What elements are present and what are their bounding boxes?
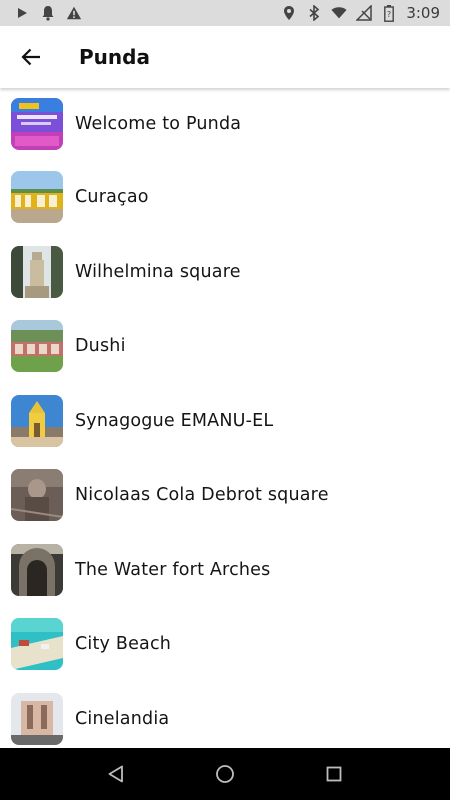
battery-icon: ?: [381, 4, 397, 22]
list-item-welcome-to-punda[interactable]: Welcome to Punda: [0, 88, 450, 160]
place-thumbnail: [11, 618, 63, 671]
place-label: Cinelandia: [75, 708, 170, 729]
place-thumbnail: [11, 469, 63, 522]
nav-recents-button[interactable]: [314, 754, 354, 794]
nav-back-button[interactable]: [96, 754, 136, 794]
place-label: Synagogue EMANU-EL: [75, 410, 274, 431]
place-label: City Beach: [75, 634, 172, 655]
back-triangle-icon: [108, 765, 124, 783]
bluetooth-icon: [306, 5, 322, 21]
back-button[interactable]: [0, 26, 62, 88]
list-item-the-water-fort-arches[interactable]: The Water fort Arches: [0, 533, 450, 608]
recents-square-icon: [326, 766, 342, 782]
list-item-dushi[interactable]: Dushi: [0, 309, 450, 384]
status-right: ? 3:09: [281, 4, 440, 22]
status-time: 3:09: [406, 4, 440, 22]
arrow-back-icon: [21, 48, 40, 66]
warning-icon: [66, 5, 82, 21]
place-label: Dushi: [75, 336, 126, 357]
location-icon: [281, 5, 297, 21]
home-circle-icon: [216, 765, 234, 783]
place-label: Curaçao: [75, 187, 149, 208]
page-title: Punda: [79, 45, 150, 69]
list-item-synagogue-emanu-el[interactable]: Synagogue EMANU-EL: [0, 384, 450, 459]
place-label: The Water fort Arches: [75, 559, 271, 580]
status-bar: ? 3:09: [0, 0, 450, 26]
place-label: Wilhelmina square: [75, 261, 241, 282]
places-list[interactable]: Welcome to Punda Curaçao Wilhelmina squa…: [0, 88, 450, 748]
place-thumbnail: [11, 245, 63, 298]
list-item-cinelandia[interactable]: Cinelandia: [0, 682, 450, 749]
nav-home-button[interactable]: [205, 754, 245, 794]
list-item-wilhelmina-square[interactable]: Wilhelmina square: [0, 235, 450, 310]
system-nav-bar: [0, 748, 450, 800]
no-signal-icon: [356, 5, 373, 21]
svg-text:?: ?: [387, 10, 391, 19]
place-thumbnail: [11, 692, 63, 745]
status-left: [14, 5, 82, 21]
notification-bell-icon: [40, 5, 56, 21]
place-label: Welcome to Punda: [75, 114, 242, 134]
place-thumbnail: [11, 543, 63, 596]
place-label: Nicolaas Cola Debrot square: [75, 485, 329, 506]
list-item-nicolaas-cola-debrot-square[interactable]: Nicolaas Cola Debrot square: [0, 458, 450, 533]
place-thumbnail: [11, 98, 63, 150]
list-item-city-beach[interactable]: City Beach: [0, 607, 450, 682]
place-thumbnail: [11, 394, 63, 447]
place-thumbnail: [11, 171, 63, 224]
place-thumbnail: [11, 320, 63, 373]
play-icon: [14, 5, 30, 21]
wifi-icon: [331, 5, 347, 21]
app-bar: Punda: [0, 26, 450, 88]
list-item-curacao[interactable]: Curaçao: [0, 160, 450, 235]
